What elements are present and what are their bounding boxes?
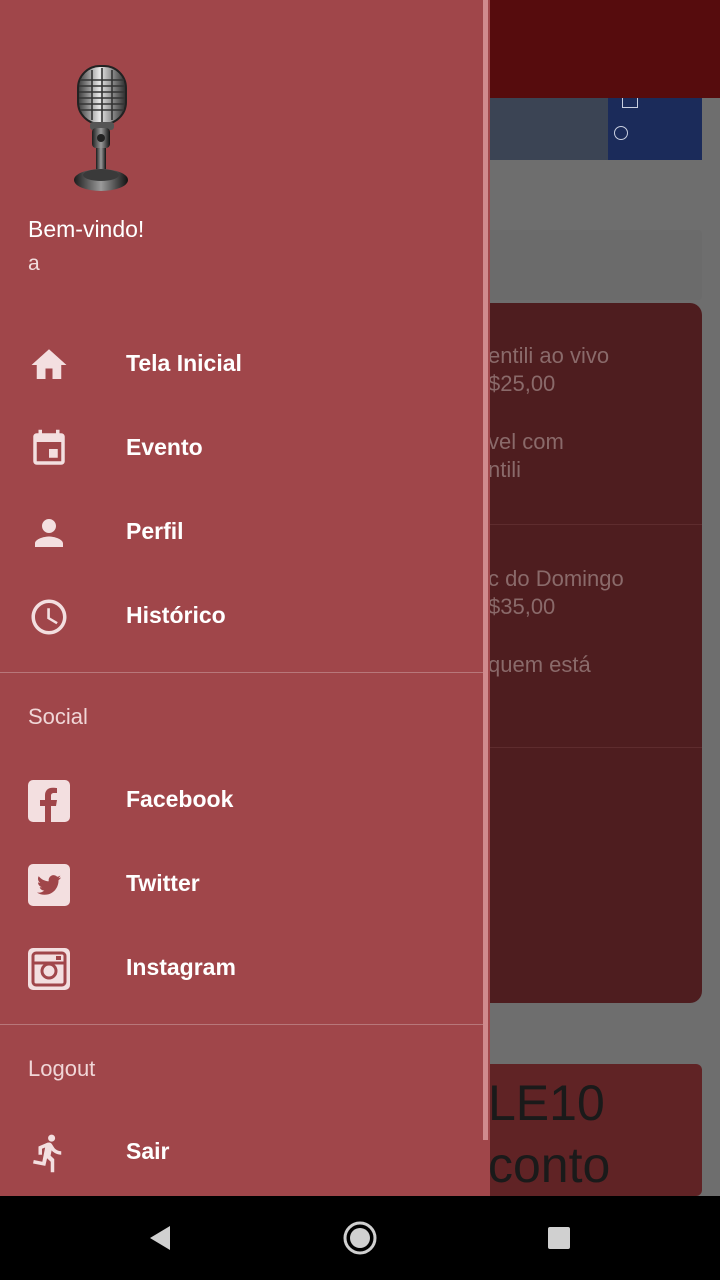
nav-item-label: Instagram (126, 954, 236, 980)
facebook-icon (28, 780, 70, 822)
logout-section-header: Logout (28, 1056, 96, 1081)
nav-item-label: Perfil (126, 518, 184, 544)
nav-item-label: Sair (126, 1138, 170, 1164)
welcome-text: Bem-vindo! (28, 216, 145, 242)
event-description: quem está (488, 652, 591, 677)
back-icon[interactable] (136, 1214, 184, 1262)
clock-icon (28, 596, 70, 638)
nav-item-label: Histórico (126, 602, 226, 628)
microphone-logo (70, 62, 134, 196)
navigation-drawer: Bem-vindo! a Tela Inicial Evento Perfil … (0, 0, 490, 1196)
recents-icon[interactable] (535, 1214, 583, 1262)
home-circle-icon[interactable] (336, 1214, 384, 1262)
nav-item-twitter[interactable]: Twitter (0, 842, 482, 926)
nav-item-label: Facebook (126, 786, 234, 812)
promo-code: LE10 (488, 1075, 605, 1131)
event-price: $25,00 (488, 371, 556, 396)
nav-item-instagram[interactable]: Instagram (0, 926, 482, 1010)
person-icon (28, 512, 70, 554)
promo-text: conto (488, 1137, 611, 1193)
nav-item-label: Tela Inicial (126, 350, 242, 376)
calendar-icon (28, 428, 70, 470)
sponsor-logos (608, 98, 702, 160)
nav-item-label: Twitter (126, 870, 200, 896)
home-icon (28, 344, 70, 386)
user-name: a (28, 252, 40, 275)
consulate-seal (614, 126, 628, 140)
nav-item-evento[interactable]: Evento (0, 406, 482, 490)
exit-run-icon (28, 1132, 70, 1174)
event-description-2: ntili (488, 457, 522, 482)
event-title: c do Domingo (488, 566, 624, 591)
event-title: entili ao vivo (488, 343, 610, 368)
event-description: vel com (488, 429, 564, 454)
system-navigation-bar (0, 1196, 720, 1280)
nav-item-label: Evento (126, 434, 203, 460)
event-price: $35,00 (488, 594, 556, 619)
institute-logo (622, 98, 638, 108)
drawer-divider (0, 672, 484, 673)
nav-item-tela-inicial[interactable]: Tela Inicial (0, 322, 482, 406)
event-banner-image[interactable] (490, 98, 702, 160)
instagram-icon (28, 948, 70, 990)
nav-item-sair[interactable]: Sair (0, 1110, 482, 1194)
nav-item-historico[interactable]: Histórico (0, 574, 482, 658)
drawer-divider (0, 1024, 484, 1025)
banner-photo (490, 98, 610, 160)
drawer-scrollbar[interactable] (483, 0, 490, 1140)
nav-item-facebook[interactable]: Facebook (0, 758, 482, 842)
nav-item-perfil[interactable]: Perfil (0, 490, 482, 574)
social-section-header: Social (28, 704, 88, 729)
twitter-icon (28, 864, 70, 906)
